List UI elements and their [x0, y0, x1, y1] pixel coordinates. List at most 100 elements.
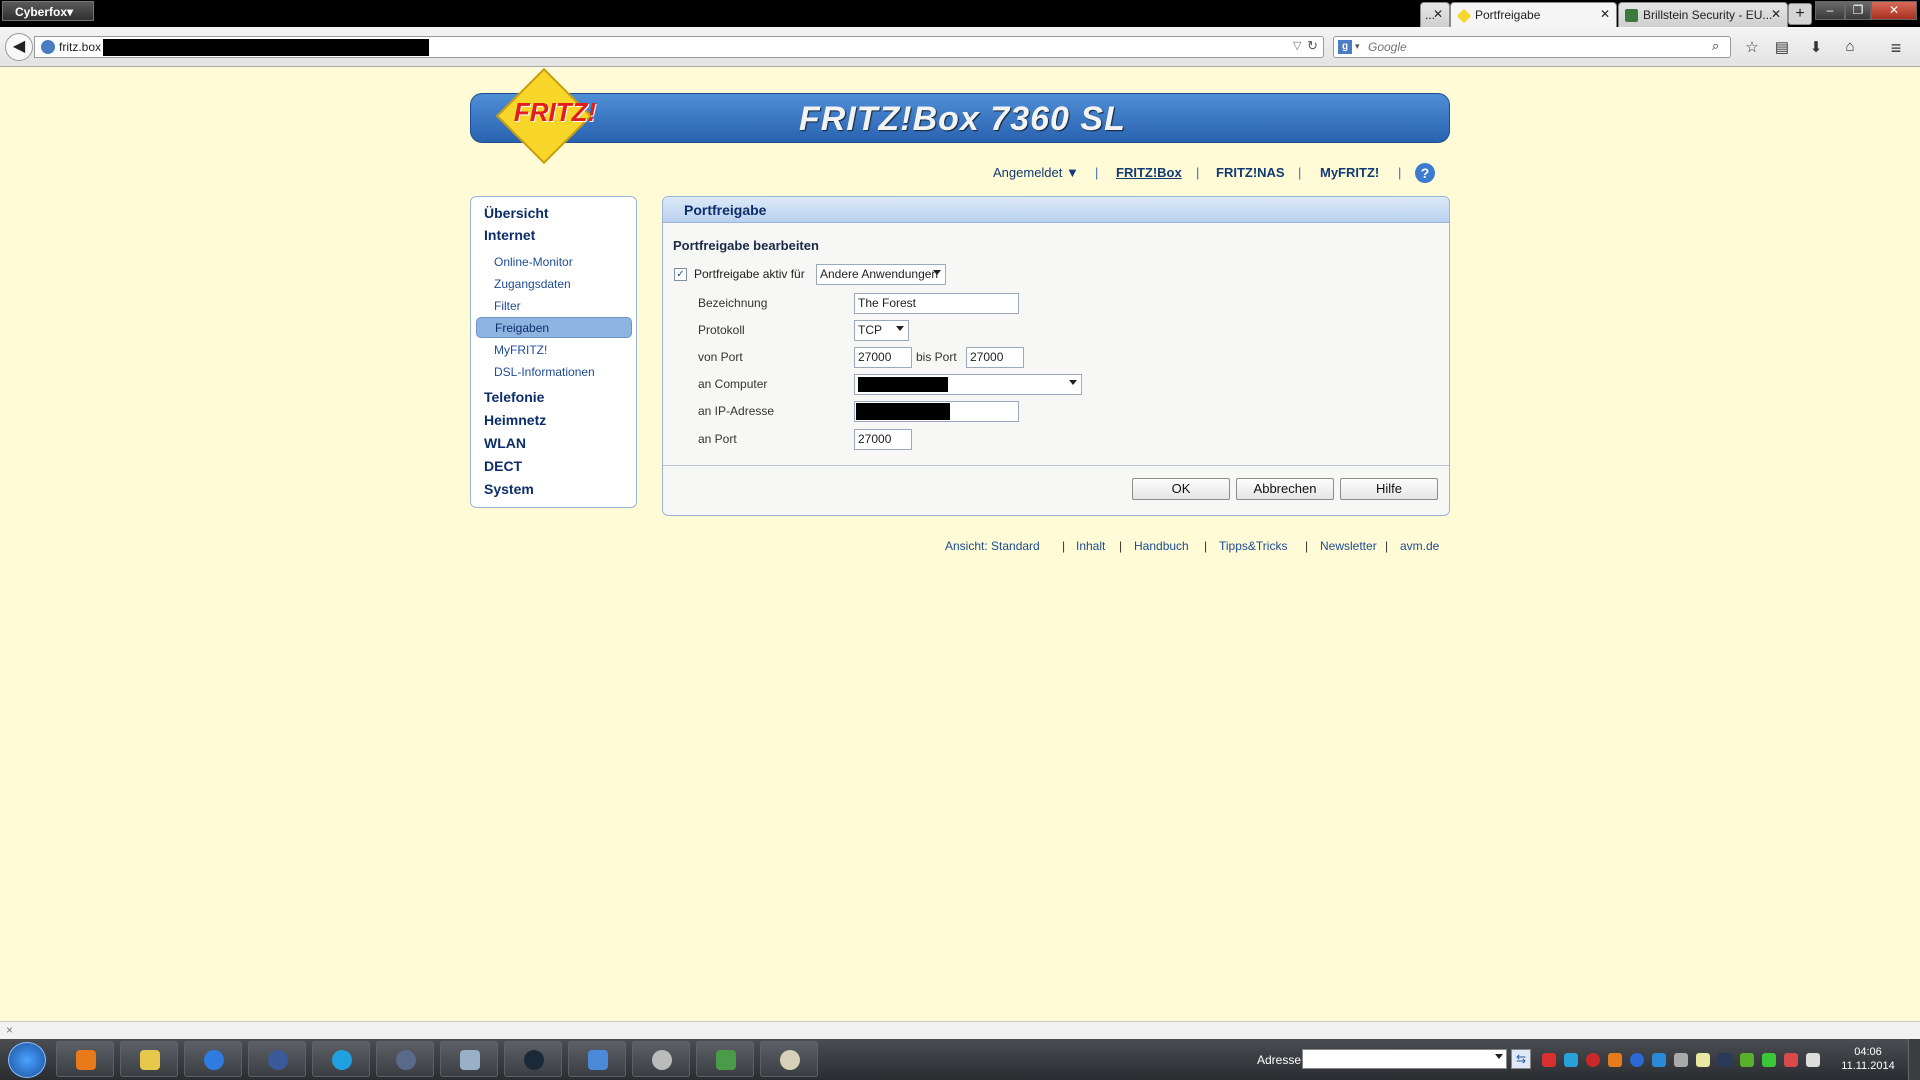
taskbar-media-player[interactable] [56, 1041, 114, 1077]
close-tab-icon[interactable]: ✕ [1433, 7, 1443, 21]
sidebar-item-uebersicht[interactable]: Übersicht [484, 205, 549, 221]
footer-tipps-tricks[interactable]: Tipps&Tricks [1219, 539, 1287, 553]
fritzbox-header: FRITZ!Box 7360 SL [470, 93, 1450, 143]
tray-icon-6[interactable] [1652, 1053, 1666, 1067]
sidebar-item-heimnetz[interactable]: Heimnetz [484, 412, 546, 428]
taskbar-app-3[interactable] [184, 1041, 242, 1077]
footer-avm[interactable]: avm.de [1400, 539, 1439, 553]
chevron-down-icon [1069, 380, 1077, 385]
tab-overflow[interactable]: ... ✕ [1420, 2, 1450, 27]
bookmark-star-icon[interactable]: ☆ [1742, 38, 1762, 58]
taskbar-control-panel[interactable] [568, 1041, 626, 1077]
reload-icon[interactable]: ↻ [1307, 38, 1318, 54]
taskbar-skype[interactable] [312, 1041, 370, 1077]
sidebar-item-filter[interactable]: Filter [494, 299, 521, 313]
maximize-button[interactable]: ❐ [1845, 1, 1871, 20]
topnav-fritznas[interactable]: FRITZ!NAS [1216, 165, 1285, 180]
taskbar-app-4[interactable] [248, 1041, 306, 1077]
close-window-button[interactable]: ✕ [1871, 1, 1917, 20]
application-select[interactable]: Andere Anwendungen [816, 264, 946, 285]
new-tab-button[interactable]: + [1788, 3, 1812, 25]
tray-icon-4[interactable] [1608, 1053, 1622, 1067]
search-input[interactable] [1368, 39, 1698, 55]
tray-icon-1[interactable] [1542, 1053, 1556, 1067]
search-icon[interactable]: ⌕ [1712, 38, 1719, 54]
taskbar-clock[interactable]: 04:06 11.11.2014 [1840, 1045, 1896, 1073]
footer-handbuch[interactable]: Handbuch [1134, 539, 1189, 553]
steam-tray-icon[interactable] [1718, 1053, 1732, 1067]
from-port-input[interactable]: 27000 [854, 347, 912, 368]
address-go-icon[interactable]: ⇆ [1511, 1049, 1531, 1069]
show-desktop-button[interactable] [1908, 1039, 1920, 1080]
computer-select[interactable] [854, 374, 1082, 395]
sidebar-item-online-monitor[interactable]: Online-Monitor [494, 255, 573, 269]
help-icon[interactable]: ? [1415, 163, 1435, 183]
browser-titlebar: Cyberfox▾ ... ✕ Portfreigabe ✕ Brillstei… [0, 0, 1920, 27]
taskbar-paint[interactable] [760, 1041, 818, 1077]
back-button[interactable]: ◀ [5, 33, 33, 61]
sidebar-item-telefonie[interactable]: Telefonie [484, 389, 544, 405]
close-tab-icon[interactable]: ✕ [1600, 7, 1610, 21]
sidebar-item-dsl-informationen[interactable]: DSL-Informationen [494, 365, 595, 379]
tab-brillstein[interactable]: Brillstein Security - EU... ✕ [1618, 2, 1788, 27]
nvidia-tray-icon[interactable] [1740, 1053, 1754, 1067]
footer-inhalt[interactable]: Inhalt [1076, 539, 1105, 553]
action-center-icon[interactable] [1784, 1053, 1798, 1067]
windows-start-icon[interactable] [8, 1042, 46, 1078]
to-port-input[interactable]: 27000 [966, 347, 1024, 368]
google-engine-icon[interactable]: g [1338, 40, 1352, 54]
chevron-down-icon[interactable] [1495, 1054, 1503, 1059]
search-bar[interactable]: g ▾ ⌕ [1333, 36, 1731, 58]
tab-portfreigabe[interactable]: Portfreigabe ✕ [1450, 2, 1617, 27]
ip-input[interactable] [854, 401, 1019, 422]
taskbar-steam[interactable] [504, 1041, 562, 1077]
port-input[interactable]: 27000 [854, 429, 912, 450]
url-bar[interactable]: fritz.box ▽ ↻ [34, 36, 1324, 58]
port-forwarding-panel: Portfreigabe Portfreigabe bearbeiten ✓ P… [662, 196, 1450, 516]
tray-icon-8[interactable] [1696, 1053, 1710, 1067]
ok-button[interactable]: OK [1132, 478, 1230, 500]
menu-hamburger-icon[interactable]: ≡ [1886, 38, 1906, 58]
download-icon[interactable]: ⬇ [1806, 38, 1826, 58]
cancel-button[interactable]: Abbrechen [1236, 478, 1334, 500]
taskbar-calculator[interactable] [440, 1041, 498, 1077]
bookmarks-list-icon[interactable]: ▤ [1772, 38, 1792, 58]
dropdown-history-icon[interactable]: ▽ [1293, 39, 1301, 52]
sidebar-item-internet[interactable]: Internet [484, 227, 535, 243]
home-icon[interactable]: ⌂ [1840, 38, 1860, 58]
login-status-menu[interactable]: Angemeldet ▼ [993, 165, 1079, 180]
sidebar-item-freigaben[interactable]: Freigaben [495, 321, 549, 335]
sidebar-item-myfritz[interactable]: MyFRITZ! [494, 343, 547, 357]
computer-label: an Computer [698, 377, 768, 391]
enable-checkbox[interactable]: ✓ [674, 268, 687, 281]
topnav-fritzbox[interactable]: FRITZ!Box [1116, 165, 1182, 180]
volume-icon[interactable] [1674, 1053, 1688, 1067]
separator: | [1095, 165, 1099, 180]
name-input[interactable]: The Forest [854, 293, 1019, 314]
tray-icon-11[interactable] [1762, 1053, 1776, 1067]
taskbar-explorer[interactable] [120, 1041, 178, 1077]
tray-icon-5[interactable] [1630, 1053, 1644, 1067]
footer-newsletter[interactable]: Newsletter [1320, 539, 1377, 553]
sidebar-item-wlan[interactable]: WLAN [484, 435, 526, 451]
taskbar-cyberfox[interactable] [376, 1041, 434, 1077]
taskbar-app-11[interactable] [696, 1041, 754, 1077]
network-tray-icon[interactable] [1806, 1053, 1820, 1067]
address-toolbar-input[interactable] [1302, 1049, 1507, 1069]
topnav-myfritz[interactable]: MyFRITZ! [1320, 165, 1379, 180]
tray-icon-3[interactable] [1586, 1053, 1600, 1067]
sidebar-item-system[interactable]: System [484, 481, 534, 497]
taskbar-app-10[interactable] [632, 1041, 690, 1077]
sidebar-item-zugangsdaten[interactable]: Zugangsdaten [494, 277, 571, 291]
ip-label: an IP-Adresse [698, 404, 775, 418]
close-tab-icon[interactable]: ✕ [1771, 7, 1781, 21]
app-menu-button[interactable]: Cyberfox▾ [2, 1, 94, 21]
protocol-select[interactable]: TCP [854, 320, 909, 341]
sidebar-item-dect[interactable]: DECT [484, 458, 522, 474]
help-button[interactable]: Hilfe [1340, 478, 1438, 500]
minimize-button[interactable]: – [1815, 1, 1845, 20]
close-icon[interactable]: × [6, 1023, 13, 1037]
chevron-down-icon[interactable]: ▾ [1355, 41, 1360, 52]
footer-view-standard[interactable]: Ansicht: Standard [945, 539, 1040, 553]
tray-icon-2[interactable] [1564, 1053, 1578, 1067]
